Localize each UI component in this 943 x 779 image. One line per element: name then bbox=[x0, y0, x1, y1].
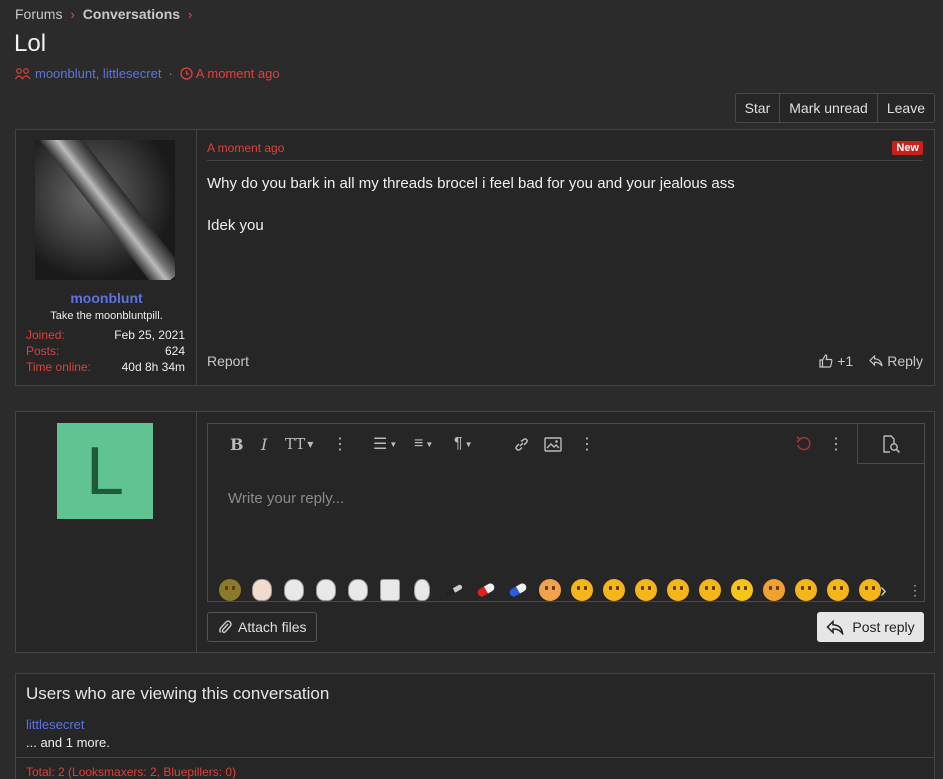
participants-link[interactable]: moonblunt, littlesecret bbox=[35, 66, 161, 81]
smilie-icon[interactable] bbox=[278, 579, 310, 601]
reply-icon bbox=[869, 355, 883, 367]
editor-toolbar: B I TT ▼ ⋮ ☰ ▼ ≡ ▼ ¶ ▼ ⋮ ⋮ bbox=[208, 424, 924, 464]
page-title: Lol bbox=[14, 30, 47, 57]
post-reply-button[interactable]: Post reply bbox=[817, 612, 924, 642]
reply-label: Reply bbox=[887, 353, 923, 369]
time-text: A moment ago bbox=[195, 66, 280, 81]
paragraph-icon[interactable]: ¶ ▼ bbox=[454, 434, 473, 454]
conversation-time: A moment ago bbox=[180, 66, 280, 81]
star-button[interactable]: Star bbox=[735, 94, 780, 122]
bold-icon[interactable]: B bbox=[230, 434, 244, 454]
message: moonblunt Take the moonbluntpill. Joined… bbox=[15, 129, 935, 386]
preview-icon bbox=[883, 434, 901, 453]
smilie-icon[interactable] bbox=[214, 579, 246, 601]
italic-icon[interactable]: I bbox=[261, 434, 267, 454]
text-size-icon[interactable]: TT ▼ bbox=[285, 434, 313, 454]
smilie-icon[interactable] bbox=[246, 579, 278, 601]
quick-reply: L B I TT ▼ ⋮ ☰ ▼ ≡ ▼ ¶ ▼ ⋮ ⋮ Write your … bbox=[15, 411, 935, 653]
link-icon[interactable] bbox=[513, 434, 530, 454]
paperclip-icon bbox=[219, 620, 232, 634]
username[interactable]: moonblunt bbox=[16, 290, 197, 306]
avatar[interactable]: L bbox=[57, 423, 153, 519]
smilie-icon[interactable] bbox=[406, 579, 438, 601]
smilie-icon[interactable] bbox=[790, 579, 822, 601]
reply-button[interactable]: Reply bbox=[869, 353, 923, 369]
thumbs-up-icon bbox=[819, 354, 833, 368]
smilie-icon[interactable] bbox=[566, 579, 598, 601]
more-options-icon[interactable]: ⋮ bbox=[579, 434, 595, 454]
reply-user-panel: L bbox=[16, 412, 197, 652]
red-pill-icon[interactable] bbox=[470, 579, 502, 601]
user-title: Take the moonbluntpill. bbox=[50, 310, 163, 322]
smilie-icon[interactable] bbox=[310, 579, 342, 601]
viewers-more: ... and 1 more. bbox=[26, 735, 110, 750]
preview-toggle[interactable] bbox=[857, 424, 924, 464]
rich-text-editor[interactable]: B I TT ▼ ⋮ ☰ ▼ ≡ ▼ ¶ ▼ ⋮ ⋮ Write your re… bbox=[207, 423, 925, 602]
message-text: Why do you bark in all my threads brocel… bbox=[207, 173, 735, 236]
viewer-user-link[interactable]: littlesecret bbox=[26, 717, 85, 732]
viewers-heading: Users who are viewing this conversation bbox=[26, 684, 330, 703]
message-footer-actions: +1 Reply bbox=[819, 353, 923, 369]
smilie-icon[interactable] bbox=[726, 579, 758, 601]
chevron-right-icon[interactable]: › bbox=[880, 580, 887, 603]
chevron-right-icon: › bbox=[188, 6, 193, 22]
message-user-panel: moonblunt Take the moonbluntpill. Joined… bbox=[16, 130, 197, 385]
blue-pill-icon[interactable] bbox=[502, 579, 534, 601]
more-options-icon[interactable]: ⋮ bbox=[908, 582, 922, 599]
conversation-actions: Star Mark unread Leave bbox=[734, 93, 935, 123]
smilie-icon[interactable] bbox=[758, 579, 790, 601]
smilie-bar bbox=[214, 579, 886, 601]
mark-unread-button[interactable]: Mark unread bbox=[779, 94, 877, 122]
smilie-icon[interactable] bbox=[630, 579, 662, 601]
attach-files-button[interactable]: Attach files bbox=[207, 612, 318, 642]
chevron-right-icon: › bbox=[70, 6, 75, 22]
message-timestamp[interactable]: A moment ago bbox=[207, 141, 284, 155]
stat-row: Posts: 624 bbox=[26, 344, 185, 358]
reply-input[interactable]: Write your reply... bbox=[228, 490, 344, 507]
new-badge: New bbox=[892, 141, 923, 155]
leave-button[interactable]: Leave bbox=[876, 94, 934, 122]
viewers-block: Users who are viewing this conversation … bbox=[15, 673, 935, 779]
conversation-meta: moonblunt, littlesecret · A moment ago bbox=[15, 66, 280, 81]
smilie-icon[interactable] bbox=[438, 579, 470, 601]
breadcrumb-conversations[interactable]: Conversations bbox=[83, 6, 180, 22]
report-link[interactable]: Report bbox=[207, 353, 249, 369]
message-line: Idek you bbox=[207, 217, 264, 234]
reply-body: B I TT ▼ ⋮ ☰ ▼ ≡ ▼ ¶ ▼ ⋮ ⋮ Write your re… bbox=[197, 412, 934, 652]
viewers-total: Total: 2 (Looksmaxers: 2, Bluepillers: 0… bbox=[26, 765, 237, 779]
stat-row: Joined: Feb 25, 2021 bbox=[26, 328, 185, 342]
align-icon[interactable]: ≡ ▼ bbox=[414, 434, 433, 454]
reply-icon bbox=[826, 619, 844, 635]
like-button[interactable]: +1 bbox=[819, 353, 853, 369]
avatar[interactable] bbox=[35, 140, 175, 280]
smilie-icon[interactable] bbox=[374, 579, 406, 601]
breadcrumb-forums[interactable]: Forums bbox=[15, 6, 62, 22]
smilie-icon[interactable] bbox=[342, 579, 374, 601]
more-options-icon[interactable]: ⋮ bbox=[332, 434, 348, 454]
message-body: A moment ago New Why do you bark in all … bbox=[197, 130, 934, 385]
like-count: +1 bbox=[837, 353, 854, 369]
users-icon bbox=[15, 67, 31, 79]
breadcrumb: Forums › Conversations › bbox=[15, 6, 192, 22]
user-stats: Joined: Feb 25, 2021 Posts: 624 Time onlin… bbox=[26, 328, 185, 376]
post-reply-label: Post reply bbox=[852, 619, 915, 635]
more-options-icon[interactable]: ⋮ bbox=[828, 434, 844, 454]
list-icon[interactable]: ☰ ▼ bbox=[373, 434, 397, 454]
smilie-icon[interactable] bbox=[822, 579, 854, 601]
smilie-icon[interactable] bbox=[598, 579, 630, 601]
message-line: Why do you bark in all my threads brocel… bbox=[207, 175, 735, 192]
stat-row: Time online: 40d 8h 34m bbox=[26, 360, 185, 374]
smilie-icon[interactable] bbox=[662, 579, 694, 601]
smilie-icon[interactable] bbox=[534, 579, 566, 601]
undo-icon[interactable] bbox=[795, 434, 813, 454]
image-icon[interactable] bbox=[544, 434, 562, 454]
clock-icon bbox=[180, 67, 193, 80]
attach-label: Attach files bbox=[238, 619, 307, 635]
smilie-icon[interactable] bbox=[694, 579, 726, 601]
